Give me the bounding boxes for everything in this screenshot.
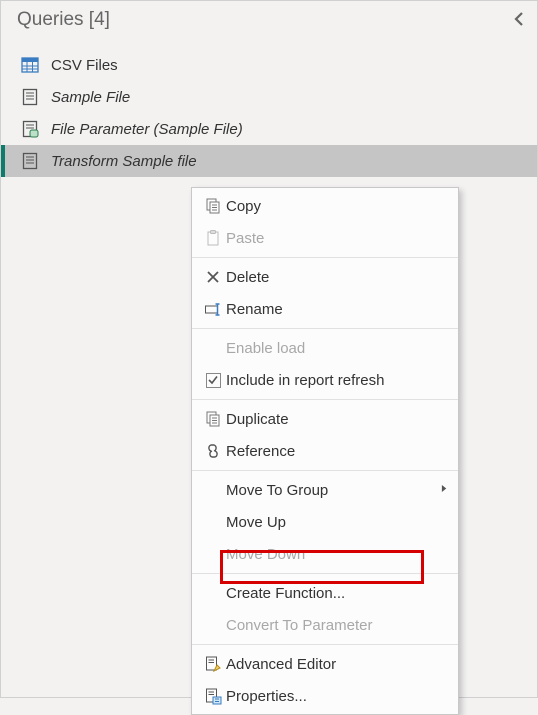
query-item-sample-file[interactable]: Sample File bbox=[1, 81, 537, 113]
pane-header: Queries [4] bbox=[1, 1, 537, 39]
query-item-csv-files[interactable]: CSV Files bbox=[1, 49, 537, 81]
menu-rename[interactable]: Rename bbox=[192, 293, 458, 325]
context-menu: Copy Paste Delete Rename Enable load bbox=[191, 187, 459, 715]
reference-icon bbox=[200, 442, 226, 460]
menu-move-up[interactable]: Move Up bbox=[192, 506, 458, 538]
paste-icon bbox=[200, 229, 226, 247]
pane-title: Queries [4] bbox=[17, 9, 110, 31]
menu-label: Paste bbox=[226, 230, 446, 247]
menu-label: Move Down bbox=[226, 546, 446, 563]
query-label: Transform Sample file bbox=[51, 153, 197, 170]
document-icon bbox=[21, 152, 39, 170]
menu-label: Move Up bbox=[226, 514, 446, 531]
menu-separator bbox=[192, 328, 458, 329]
menu-separator bbox=[192, 257, 458, 258]
delete-icon bbox=[200, 268, 226, 286]
menu-label: Properties... bbox=[226, 688, 446, 705]
properties-icon bbox=[200, 687, 226, 705]
menu-label: Convert To Parameter bbox=[226, 617, 446, 634]
menu-reference[interactable]: Reference bbox=[192, 435, 458, 467]
checkbox-checked-icon bbox=[200, 373, 226, 388]
submenu-arrow-icon bbox=[441, 484, 448, 496]
menu-label: Include in report refresh bbox=[226, 372, 446, 389]
menu-move-down: Move Down bbox=[192, 538, 458, 570]
query-label: Sample File bbox=[51, 89, 130, 106]
menu-properties[interactable]: Properties... bbox=[192, 680, 458, 712]
query-label: File Parameter (Sample File) bbox=[51, 121, 243, 138]
menu-delete[interactable]: Delete bbox=[192, 261, 458, 293]
parameter-icon bbox=[21, 120, 39, 138]
query-item-file-parameter[interactable]: File Parameter (Sample File) bbox=[1, 113, 537, 145]
menu-label: Duplicate bbox=[226, 411, 446, 428]
menu-advanced-editor[interactable]: Advanced Editor bbox=[192, 648, 458, 680]
duplicate-icon bbox=[200, 410, 226, 428]
query-list: CSV Files Sample File File Parameter (Sa… bbox=[1, 39, 537, 177]
menu-label: Reference bbox=[226, 443, 446, 460]
menu-convert-to-parameter: Convert To Parameter bbox=[192, 609, 458, 641]
query-item-transform-sample[interactable]: Transform Sample file bbox=[1, 145, 537, 177]
query-label: CSV Files bbox=[51, 57, 118, 74]
menu-include-refresh[interactable]: Include in report refresh bbox=[192, 364, 458, 396]
rename-icon bbox=[200, 300, 226, 318]
menu-paste: Paste bbox=[192, 222, 458, 254]
advanced-editor-icon bbox=[200, 655, 226, 673]
menu-enable-load: Enable load bbox=[192, 332, 458, 364]
document-icon bbox=[21, 88, 39, 106]
menu-separator bbox=[192, 399, 458, 400]
menu-label: Create Function... bbox=[226, 585, 446, 602]
menu-label: Enable load bbox=[226, 340, 446, 357]
menu-separator bbox=[192, 644, 458, 645]
menu-create-function[interactable]: Create Function... bbox=[192, 577, 458, 609]
collapse-icon[interactable] bbox=[511, 11, 527, 30]
menu-label: Delete bbox=[226, 269, 446, 286]
menu-copy[interactable]: Copy bbox=[192, 190, 458, 222]
menu-move-to-group[interactable]: Move To Group bbox=[192, 474, 458, 506]
menu-label: Copy bbox=[226, 198, 446, 215]
queries-pane: Queries [4] CSV Files Sample File File P… bbox=[0, 0, 538, 698]
menu-separator bbox=[192, 573, 458, 574]
menu-separator bbox=[192, 470, 458, 471]
menu-label: Rename bbox=[226, 301, 446, 318]
menu-label: Move To Group bbox=[226, 482, 446, 499]
table-icon bbox=[21, 56, 39, 74]
menu-duplicate[interactable]: Duplicate bbox=[192, 403, 458, 435]
menu-label: Advanced Editor bbox=[226, 656, 446, 673]
copy-icon bbox=[200, 197, 226, 215]
